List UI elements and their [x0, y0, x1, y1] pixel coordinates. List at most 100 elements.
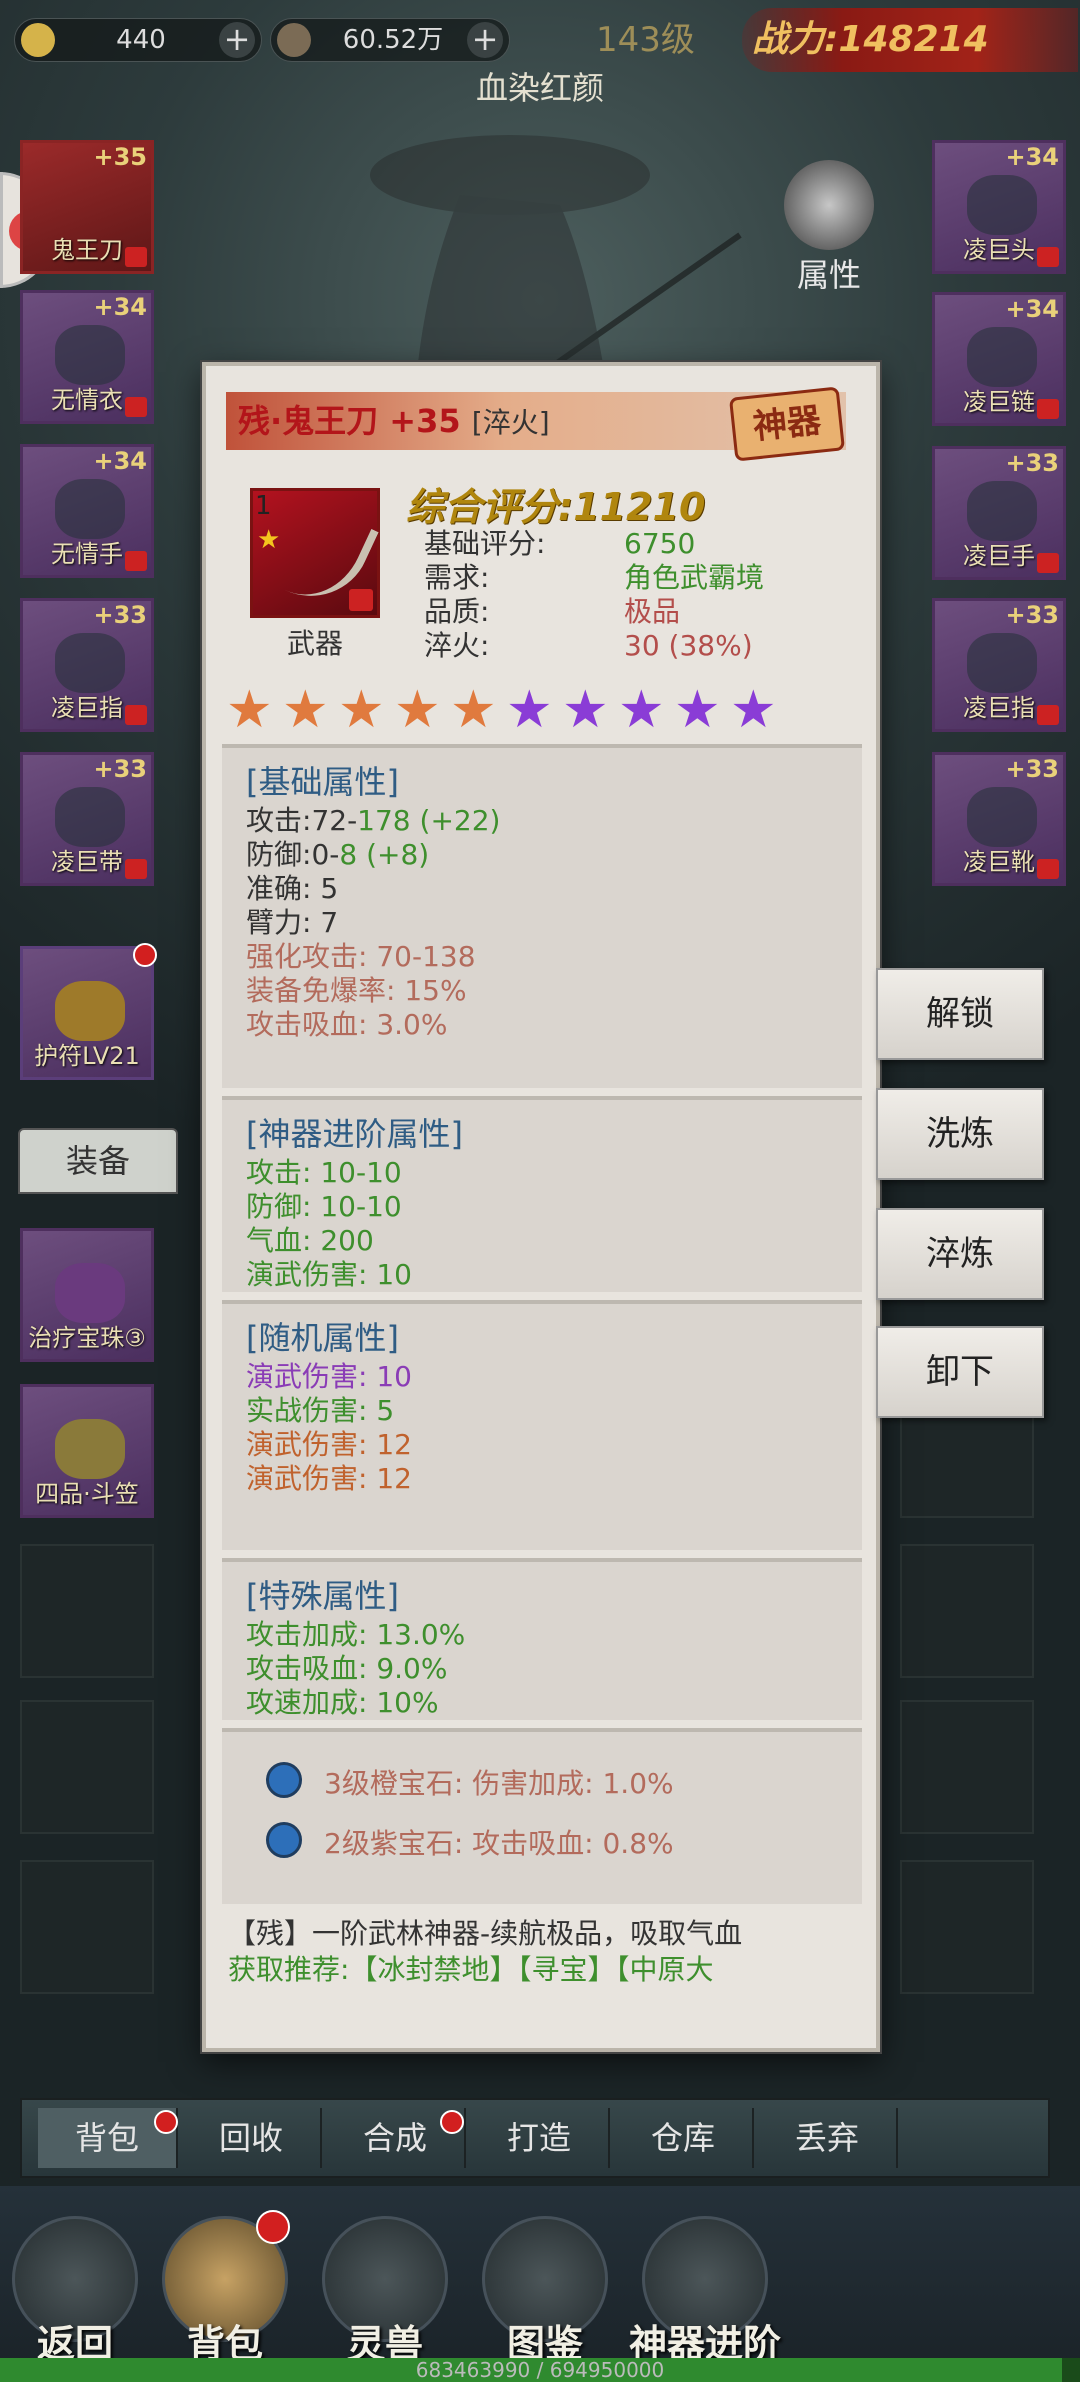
row-label: 基础评分:: [424, 527, 546, 560]
source-links[interactable]: 【冰封禁地】【寻宝】【中原大: [349, 1953, 713, 1986]
attributes-label: 属性: [796, 256, 861, 294]
star-purple-icon: ★: [730, 680, 777, 740]
star-purple-icon: ★: [674, 680, 721, 740]
base-score-row: 基础评分: 6750: [424, 526, 695, 562]
equip-slot-bracer[interactable]: +33 凌巨手: [932, 446, 1066, 580]
unequip-button[interactable]: 卸下: [876, 1326, 1044, 1418]
section-header: [特殊属性]: [246, 1577, 399, 1615]
tab-warehouse[interactable]: 仓库: [614, 2108, 754, 2168]
game-screen: { "top": { "gold": "440", "silver": "60.…: [0, 0, 1080, 2382]
equip-slot-belt[interactable]: +33 凌巨带: [20, 752, 154, 886]
tab-recycle[interactable]: 回收: [182, 2108, 322, 2168]
bag-action-tabs: 背包 回收 合成 打造 仓库 丢弃: [20, 2098, 1050, 2178]
equip-slot-boots[interactable]: +33 凌巨靴: [932, 752, 1066, 886]
amulet-label: 护符LV21: [34, 1042, 140, 1070]
gloves-icon: [55, 479, 125, 539]
notification-dot: [154, 2110, 178, 2134]
star-orange-icon: ★: [282, 680, 329, 740]
equip-slot-helmet[interactable]: +34 凌巨头: [932, 140, 1066, 274]
gem-line: 3级橙宝石: 伤害加成: 1.0%: [324, 1767, 674, 1800]
equip-slot-ring[interactable]: +33 凌巨指: [20, 598, 154, 732]
score-value: 11210: [573, 485, 706, 529]
bag-item[interactable]: 治疗宝珠③: [20, 1228, 154, 1362]
slot-level: +33: [1005, 601, 1059, 629]
slot-level: +33: [93, 755, 147, 783]
equip-slot-gloves[interactable]: +34 无情手: [20, 444, 154, 578]
amulet-slot[interactable]: 护符LV21: [20, 943, 157, 1080]
item-category: 武器: [286, 627, 343, 660]
add-gold-button[interactable]: +: [219, 22, 255, 58]
equip-slot-weapon[interactable]: +35 鬼王刀: [20, 140, 154, 274]
experience-text: 683463990 / 694950000: [415, 2358, 665, 2382]
label: 防御:: [246, 838, 312, 871]
special-line: 攻击加成: 13.0%: [246, 1618, 466, 1651]
nav-codex[interactable]: 图鉴: [470, 2216, 620, 2366]
star-purple-icon: ★: [618, 680, 665, 740]
nav-spirit-beast[interactable]: 灵兽: [310, 2216, 460, 2366]
bag-empty-cell[interactable]: [20, 1700, 154, 1834]
source-line: 获取推荐:【冰封禁地】【寻宝】【中原大: [228, 1952, 862, 1988]
slot-level: +34: [93, 447, 147, 475]
reroll-button[interactable]: 洗炼: [876, 1088, 1044, 1180]
item-description: 【残】一阶武林神器-续航极品，吸取气血 获取推荐:【冰封禁地】【寻宝】【中原大: [222, 1916, 862, 2036]
section-header: [基础属性]: [246, 763, 399, 801]
section-header: [随机属性]: [246, 1319, 399, 1357]
coin-icon: [277, 23, 311, 57]
crit-resist-line: 装备免爆率: 15%: [246, 974, 467, 1007]
item-name: 残·鬼王刀 +35: [238, 402, 461, 440]
bracer-icon: [967, 481, 1037, 541]
star-orange-icon: ★: [394, 680, 441, 740]
lock-icon: [1037, 705, 1059, 725]
bag-empty-cell[interactable]: [20, 1860, 154, 1994]
row-value: 6750: [624, 527, 696, 560]
nav-bag[interactable]: 背包: [150, 2210, 300, 2366]
lock-icon: [125, 551, 147, 571]
slot-level: +33: [93, 601, 147, 629]
bonus-value: 8 (+8): [339, 838, 430, 871]
silver-value: 60.52万: [342, 25, 444, 55]
bag-item[interactable]: 四品·斗笠: [20, 1384, 154, 1518]
tab-discard[interactable]: 丢弃: [758, 2108, 898, 2168]
bag-empty-cell[interactable]: [20, 1544, 154, 1678]
power-label: 战力: [752, 19, 825, 60]
basic-attributes-section: [基础属性] 攻击:72-178 (+22) 防御:0-8 (+8) 准确: 5…: [222, 744, 862, 1088]
random-line: 实战伤害: 5: [246, 1394, 395, 1427]
gold-value: 440: [116, 25, 166, 55]
bag-empty-cell[interactable]: [900, 1544, 1034, 1678]
row-label: 品质:: [424, 595, 490, 628]
helmet-icon: [55, 1263, 125, 1323]
star-purple-icon: ★: [562, 680, 609, 740]
add-silver-button[interactable]: +: [467, 22, 503, 58]
nav-back[interactable]: 返回: [0, 2216, 150, 2366]
gold-ingot-icon: [21, 23, 55, 57]
row-label: 需求:: [424, 561, 490, 594]
necklace-icon: [967, 327, 1037, 387]
attack-line: 攻击:72-178 (+22): [222, 804, 862, 838]
equip-slot-necklace[interactable]: +34 凌巨链: [932, 292, 1066, 426]
equip-slot-armor[interactable]: +34 无情衣: [20, 290, 154, 424]
attributes-button[interactable]: 属性: [774, 160, 884, 296]
amulet-icon: [55, 981, 125, 1041]
star-orange-icon: ★: [226, 680, 273, 740]
enhanced-attack-line: 强化攻击: 70-138: [246, 940, 476, 973]
nav-artifact-advance[interactable]: 神器进阶: [629, 2216, 781, 2366]
temper-button[interactable]: 淬炼: [876, 1208, 1044, 1300]
equip-slot-ring2[interactable]: +33 凌巨指: [932, 598, 1066, 732]
hat-icon: [55, 1419, 125, 1479]
slot-level: +34: [1005, 295, 1059, 323]
attributes-icon: [784, 160, 874, 250]
ring-icon: [967, 633, 1037, 693]
player-level: 143级: [596, 20, 695, 60]
temper-row: 淬火: 30 (38%): [424, 628, 753, 664]
special-attributes-section: [特殊属性] 攻击加成: 13.0% 攻击吸血: 9.0% 攻速加成: 10%: [222, 1558, 862, 1720]
bag-empty-cell[interactable]: [900, 1860, 1034, 1994]
row-label: 淬火:: [424, 629, 490, 662]
unlock-button[interactable]: 解锁: [876, 968, 1044, 1060]
tab-forge[interactable]: 打造: [470, 2108, 610, 2168]
description-text: 【残】一阶武林神器-续航极品，吸取气血: [228, 1917, 743, 1950]
gold-counter: 440 +: [14, 18, 262, 62]
lock-icon: [1037, 859, 1059, 879]
tab-equipment[interactable]: 装备: [18, 1128, 178, 1194]
boots-icon: [967, 787, 1037, 847]
bag-empty-cell[interactable]: [900, 1700, 1034, 1834]
